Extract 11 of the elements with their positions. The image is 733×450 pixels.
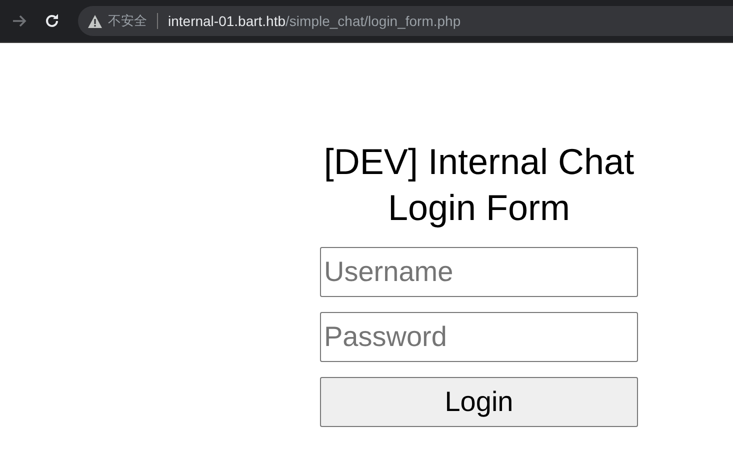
url-host: internal-01.bart.htb [168,13,286,29]
input-field[interactable]: Username [320,247,638,297]
form-title: [DEV] Internal Chat Login Form [322,140,636,230]
input-field[interactable]: Password [320,312,638,362]
login-button[interactable]: Login [320,377,638,427]
reload-icon [44,13,60,29]
warning-icon [88,14,102,28]
address-bar[interactable]: 不安全 internal-01.bart.htb/simple_chat/login_form.php [78,6,733,36]
arrow-icon [12,13,28,29]
security-label: 不安全 [108,12,147,30]
url-path: /simple_chat/login_form.php [286,13,461,29]
